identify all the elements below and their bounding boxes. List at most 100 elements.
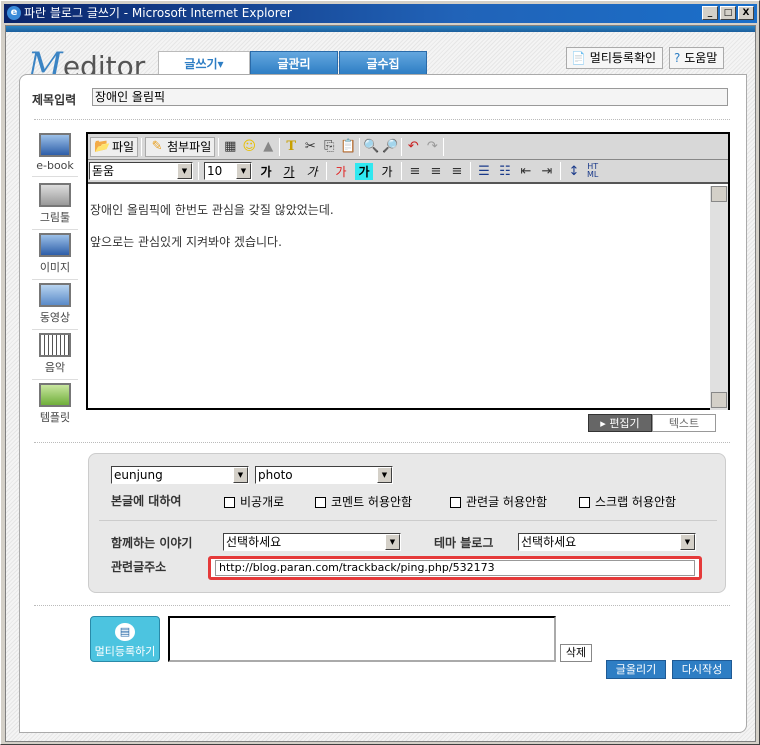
font-size-select[interactable]: 10 ▼	[204, 162, 252, 180]
tab-manage[interactable]: 글관리	[250, 51, 338, 75]
sidebar-item-template[interactable]: 템플릿	[32, 383, 78, 425]
divider	[34, 605, 730, 606]
trackback-highlight: http://blog.paran.com/trackback/ping.php…	[208, 556, 702, 580]
indent-icon[interactable]: ⇥	[539, 164, 555, 179]
undo-icon[interactable]: ↶	[405, 139, 421, 154]
bold-button[interactable]: 가	[257, 163, 275, 180]
editor-toolbar-2: 돋움 ▼ 10 ▼ 가 가 가 가 가 가 ≡ ≡ ≡ ☰ ☷ ⇤ ⇥ ↕ HT…	[88, 160, 728, 184]
video-icon	[39, 283, 71, 307]
replace-icon[interactable]: 🔎	[382, 139, 398, 154]
editor-mode-tab[interactable]: ▸ 편집기	[588, 414, 652, 432]
title-bar: e 파란 블로그 글쓰기 - Microsoft Internet Explor…	[4, 4, 757, 23]
trackback-label: 관련글주소	[111, 560, 167, 574]
content-line: 앞으로는 관심있게 지켜봐야 겠습니다.	[90, 235, 282, 249]
copy-icon[interactable]: ⎘	[321, 139, 337, 154]
separator	[279, 137, 281, 156]
chevron-down-icon: ▼	[236, 163, 251, 179]
divider	[99, 520, 717, 521]
italic-button[interactable]: 가	[303, 163, 321, 180]
cut-icon[interactable]: ✂	[302, 139, 318, 154]
text-mode-tab[interactable]: 텍스트	[652, 414, 716, 432]
category-select[interactable]: photo ▼	[255, 466, 393, 484]
html-mode-button[interactable]: HT ML	[587, 163, 598, 179]
line-height-icon[interactable]: ↕	[566, 164, 582, 179]
ie-icon: e	[7, 6, 21, 20]
separator	[443, 137, 445, 156]
align-right-icon[interactable]: ≡	[449, 164, 465, 179]
numbered-list-icon[interactable]: ☰	[476, 164, 492, 179]
no-scrap-checkbox[interactable]: 스크랩 허용안함	[579, 493, 676, 510]
page-content: Meditor 글쓰기▾ 글관리 글수집 📄 멀티등록확인 ? 도움말 제목입력…	[5, 25, 756, 742]
blog-select[interactable]: eunjung ▼	[111, 466, 249, 484]
story-select[interactable]: 선택하세요 ▼	[223, 533, 401, 551]
title-label: 제목입력	[32, 93, 77, 107]
maximize-button[interactable]: □	[720, 6, 736, 20]
sidebar-item-paint[interactable]: 그림툴	[32, 183, 78, 234]
sidebar-item-video[interactable]: 동영상	[32, 283, 78, 334]
rewrite-button[interactable]: 다시작성	[672, 660, 732, 679]
chevron-down-icon: ▼	[177, 163, 192, 179]
private-checkbox[interactable]: 비공개로	[224, 493, 284, 510]
help-icon: ?	[674, 51, 681, 65]
bell-icon[interactable]: ▲	[260, 139, 276, 154]
file-button[interactable]: 📂 파일	[90, 136, 139, 157]
attach-button[interactable]: ✎ 첨부파일	[145, 136, 216, 157]
tab-collect[interactable]: 글수집	[339, 51, 427, 75]
theme-select[interactable]: 선택하세요 ▼	[518, 533, 696, 551]
no-related-checkbox[interactable]: 관련글 허용안함	[450, 493, 547, 510]
sidebar-item-image[interactable]: 이미지	[32, 233, 78, 284]
checkbox-icon	[450, 497, 461, 508]
sidebar-item-ebook[interactable]: e-book	[32, 133, 78, 181]
trackback-url-input[interactable]: http://blog.paran.com/trackback/ping.php…	[215, 560, 695, 576]
vertical-scrollbar[interactable]	[710, 186, 728, 410]
divider	[34, 119, 730, 120]
delete-button[interactable]: 삭제	[560, 644, 592, 662]
help-button[interactable]: ? 도움말	[669, 47, 725, 69]
multi-check-button[interactable]: 📄 멀티등록확인	[566, 47, 664, 69]
table-icon[interactable]: ▦	[222, 139, 238, 154]
chevron-down-icon: ▼	[233, 467, 248, 483]
clear-format-button[interactable]: 가	[378, 163, 396, 180]
find-icon[interactable]: 🔍	[363, 139, 379, 154]
bullet-list-icon[interactable]: ☷	[497, 164, 513, 179]
checkbox-icon	[224, 497, 235, 508]
no-comment-checkbox[interactable]: 코멘트 허용안함	[315, 493, 412, 510]
paste-icon[interactable]: 📋	[340, 139, 356, 154]
align-center-icon[interactable]: ≡	[428, 164, 444, 179]
resize-grip[interactable]	[711, 392, 727, 408]
separator	[198, 162, 199, 180]
editor-content[interactable]: 장애인 올림픽에 한번도 관심을 갖질 않았었는데. 앞으로는 관심있게 지켜봐…	[88, 186, 710, 410]
piano-icon	[39, 333, 71, 357]
document-icon: ▤	[115, 623, 135, 641]
highlight-button[interactable]: 가	[355, 162, 373, 180]
font-select[interactable]: 돋움 ▼	[89, 162, 193, 180]
separator	[401, 162, 402, 180]
emoticon-icon[interactable]: ☺	[241, 139, 257, 154]
folder-icon: 📂	[94, 138, 111, 154]
chevron-down-icon: ▼	[385, 534, 400, 550]
minimize-button[interactable]: _	[702, 6, 718, 20]
chevron-down-icon: ▼	[680, 534, 695, 550]
sidebar-item-music[interactable]: 음악	[32, 333, 78, 384]
multi-register-button[interactable]: ▤ 멀티등록하기	[90, 616, 160, 662]
multi-register-list[interactable]	[168, 616, 556, 662]
image-icon	[39, 233, 71, 257]
pencil-icon	[39, 183, 71, 207]
outdent-icon[interactable]: ⇤	[518, 164, 534, 179]
story-label: 함께하는 이야기	[111, 536, 193, 550]
separator	[141, 137, 143, 156]
text-style-icon[interactable]: T	[283, 139, 299, 154]
separator	[470, 162, 471, 180]
align-left-icon[interactable]: ≡	[407, 164, 423, 179]
underline-button[interactable]: 가	[280, 163, 298, 180]
redo-icon[interactable]: ↷	[424, 139, 440, 154]
font-color-button[interactable]: 가	[332, 163, 350, 180]
scroll-up-button[interactable]	[711, 186, 727, 202]
title-input[interactable]: 장애인 올림픽	[92, 88, 728, 106]
top-stripe	[6, 26, 755, 32]
post-button[interactable]: 글올리기	[606, 660, 666, 679]
template-icon	[39, 383, 71, 407]
close-button[interactable]: X	[738, 6, 754, 20]
separator	[359, 137, 361, 156]
separator	[401, 137, 403, 156]
